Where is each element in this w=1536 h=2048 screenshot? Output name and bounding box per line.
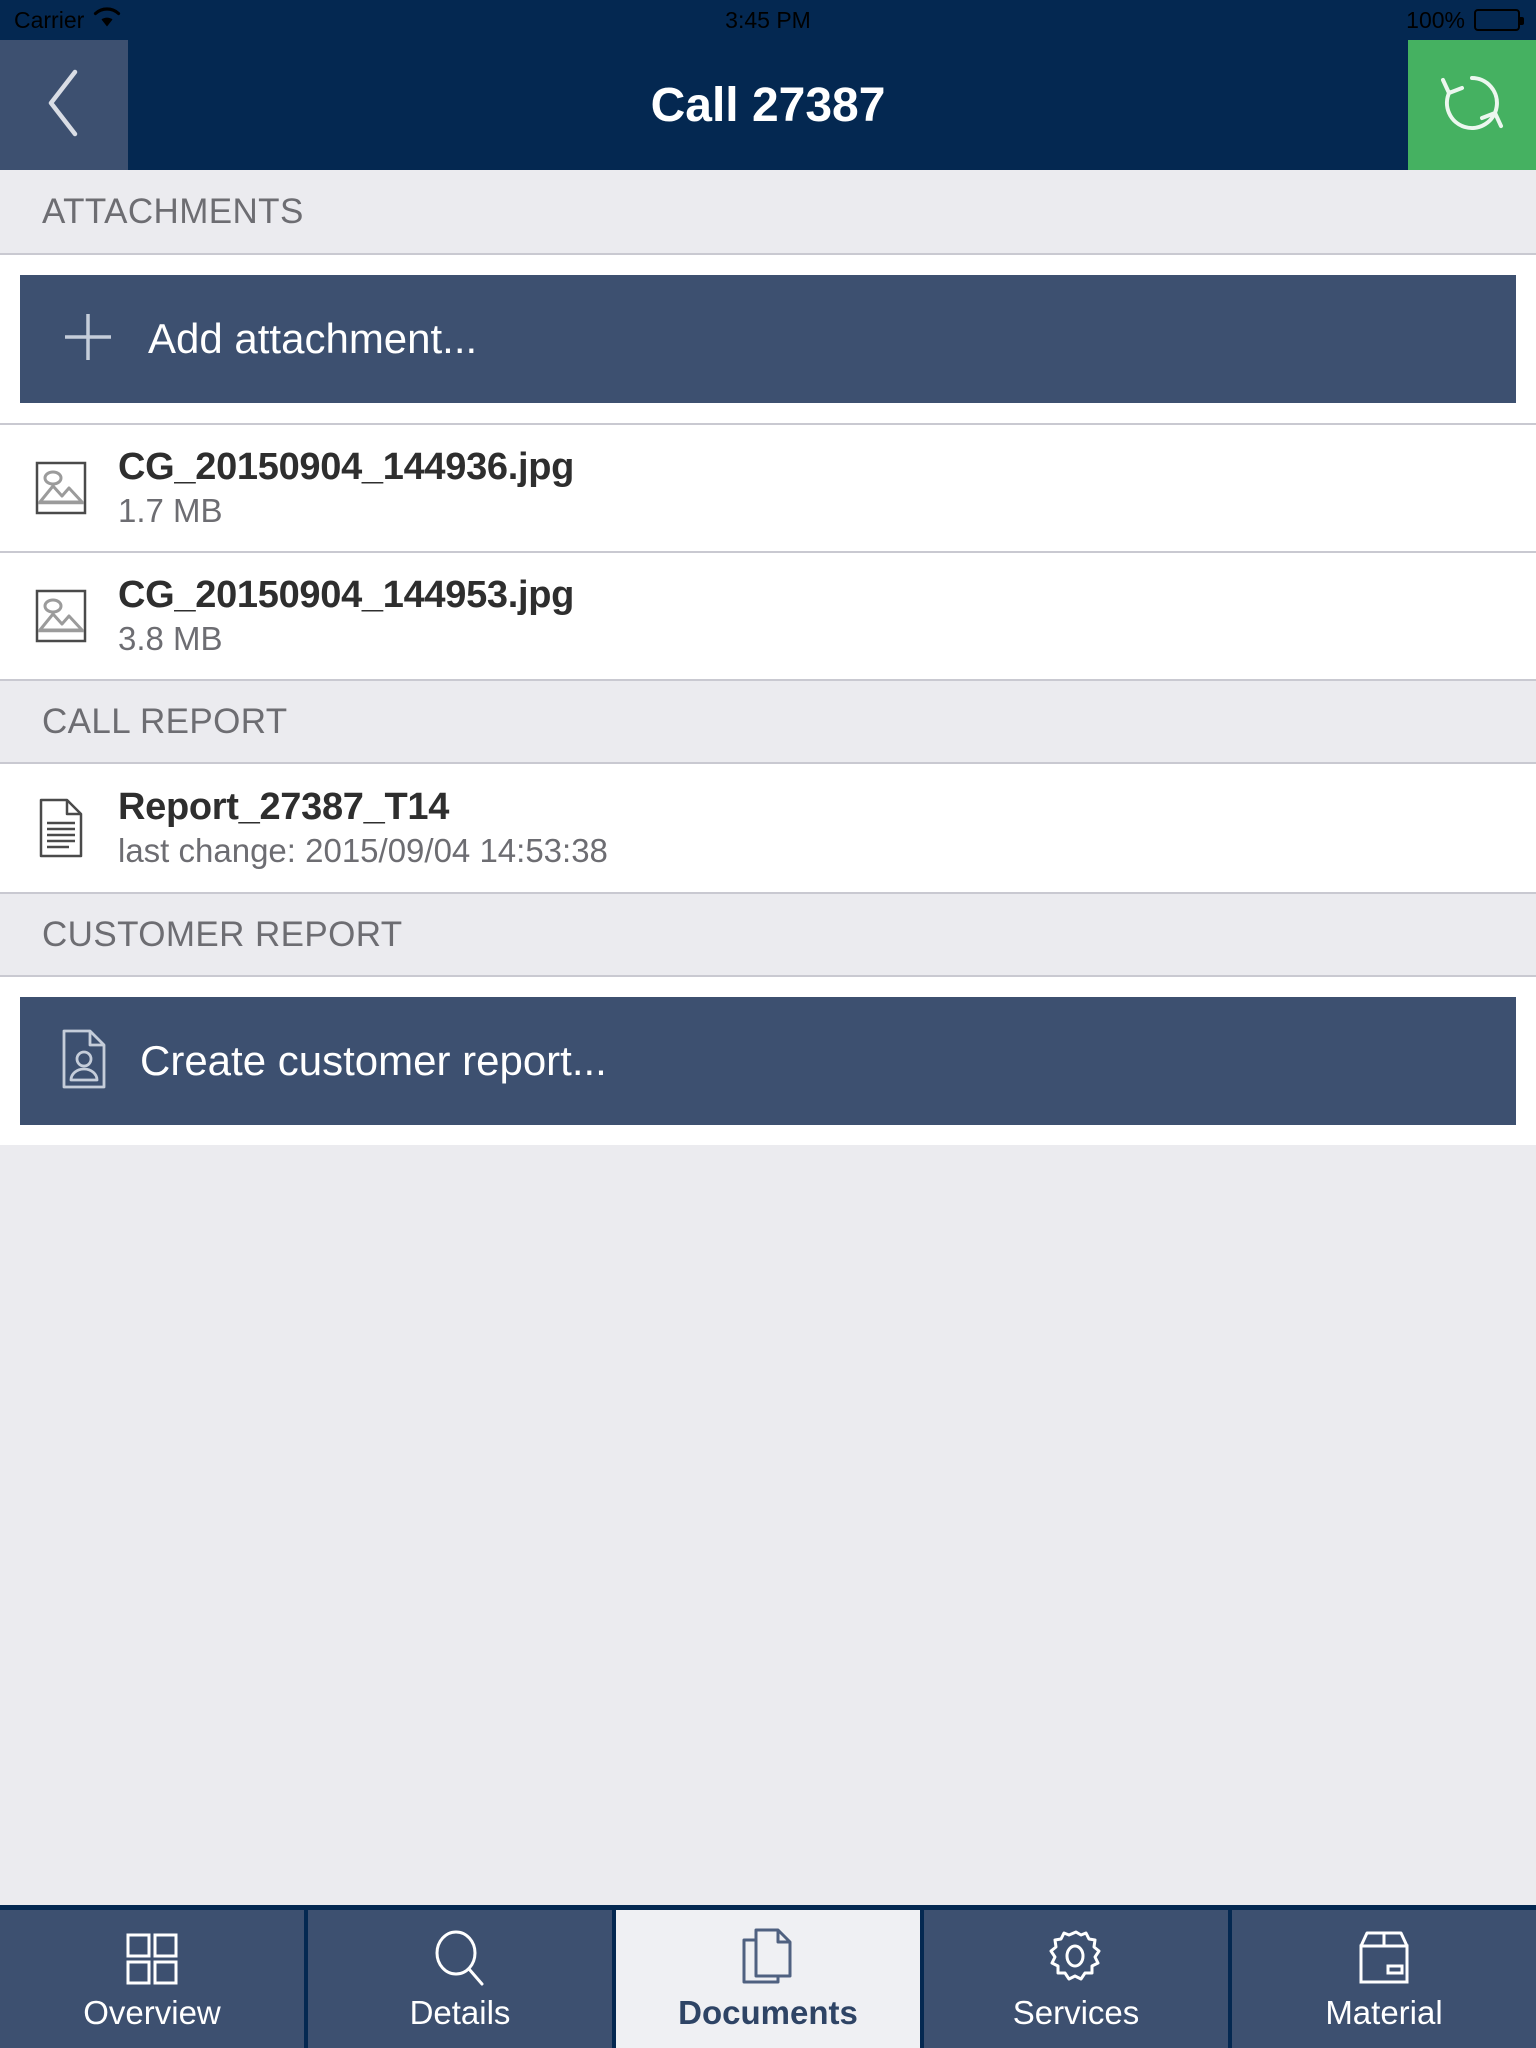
attachment-row[interactable]: CG_20150904_144953.jpg 3.8 MB [0, 551, 1536, 679]
call-report-last-change: last change: 2015/09/04 14:53:38 [118, 832, 608, 870]
attachment-name: CG_20150904_144936.jpg [118, 445, 575, 488]
attachment-size: 3.8 MB [118, 620, 223, 658]
image-file-icon [30, 459, 92, 517]
tab-material[interactable]: Material [1232, 1910, 1536, 2048]
battery-full-icon [1474, 9, 1524, 31]
box-icon [1355, 1926, 1413, 1988]
call-report-name: Report_27387_T14 [118, 785, 450, 828]
attachment-text: CG_20150904_144936.jpg 1.7 MB [118, 446, 574, 531]
tab-documents-label: Documents [678, 1994, 858, 2031]
page-title: Call 27387 [650, 78, 886, 132]
back-button[interactable] [0, 40, 128, 170]
status-bar-time: 3:45 PM [725, 6, 811, 33]
grid-icon [123, 1926, 181, 1988]
tab-overview-label: Overview [83, 1994, 221, 2031]
tab-material-label: Material [1325, 1994, 1443, 2031]
tab-services[interactable]: Services [924, 1910, 1232, 2048]
create-customer-report-label: Create customer report... [140, 1037, 607, 1084]
section-header-attachments: ATTACHMENTS [0, 170, 1536, 255]
gear-icon [1046, 1926, 1106, 1988]
call-report-row[interactable]: Report_27387_T14 last change: 2015/09/04… [0, 764, 1536, 892]
documents-icon [740, 1926, 796, 1988]
magnifier-icon [431, 1926, 489, 1988]
tab-documents[interactable]: Documents [616, 1910, 924, 2048]
refresh-icon [1437, 68, 1507, 143]
attachment-size: 1.7 MB [118, 492, 223, 530]
refresh-button[interactable] [1408, 40, 1536, 170]
attachment-name: CG_20150904_144953.jpg [118, 573, 575, 616]
tab-services-label: Services [1012, 1994, 1140, 2031]
section-header-customer-report: CUSTOMER REPORT [0, 892, 1536, 977]
empty-area [0, 1145, 1536, 1785]
tab-details-label: Details [409, 1994, 511, 2031]
battery-percent-label: 100% [1406, 6, 1465, 33]
plus-icon [60, 309, 116, 370]
status-bar-right: 100% [1406, 6, 1524, 34]
create-customer-report-row: Create customer report... [0, 977, 1536, 1145]
create-customer-report-button[interactable]: Create customer report... [20, 997, 1516, 1125]
attachment-text: CG_20150904_144953.jpg 3.8 MB [118, 574, 574, 659]
call-report-text: Report_27387_T14 last change: 2015/09/04… [118, 786, 608, 871]
add-attachment-row: Add attachment... [0, 255, 1536, 423]
attachment-row[interactable]: CG_20150904_144936.jpg 1.7 MB [0, 423, 1536, 551]
person-document-icon [60, 1028, 108, 1095]
tab-overview[interactable]: Overview [0, 1910, 308, 2048]
add-attachment-label: Add attachment... [148, 315, 478, 362]
add-attachment-button[interactable]: Add attachment... [20, 275, 1516, 403]
documents-list: ATTACHMENTS Add attachment... CG_2015090… [0, 170, 1536, 1905]
navigation-bar: Call 27387 [0, 40, 1536, 170]
tab-bar: Overview Details Documents Services Mate… [0, 1905, 1536, 2048]
chevron-left-icon [41, 64, 87, 147]
section-header-call-report: CALL REPORT [0, 679, 1536, 764]
status-bar: Carrier 3:45 PM 100% [0, 0, 1536, 40]
image-file-icon [30, 587, 92, 645]
document-file-icon [30, 797, 92, 859]
tab-details[interactable]: Details [308, 1910, 616, 2048]
